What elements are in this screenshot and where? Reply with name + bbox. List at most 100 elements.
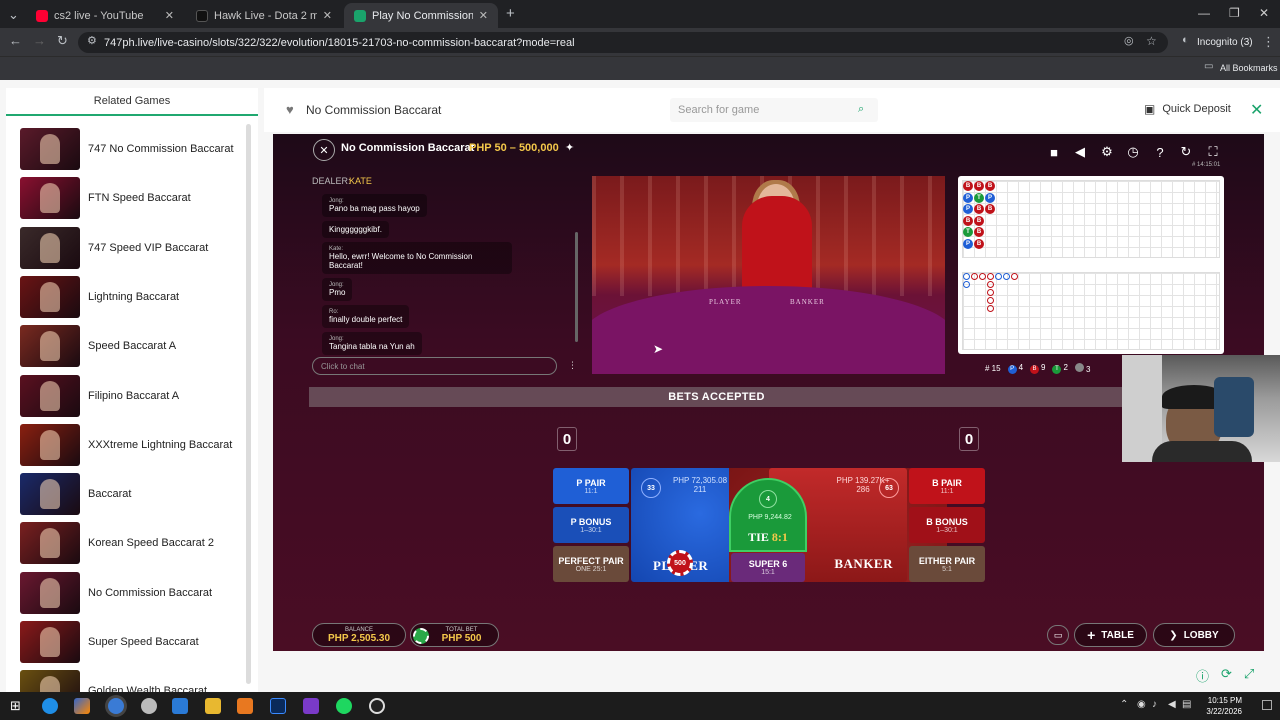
exit-game-icon[interactable]: ✕	[313, 139, 335, 161]
game-name[interactable]: XXXtreme Lightning Baccarat	[88, 439, 232, 451]
address-bar[interactable]: ⚙ 747ph.live/live-casino/slots/322/322/e…	[78, 32, 1168, 53]
related-game-item[interactable]: Super Speed Baccarat	[20, 621, 240, 663]
game-thumbnail[interactable]	[20, 226, 80, 269]
bet-limits[interactable]: PHP 50 – 500,000	[469, 142, 559, 154]
related-game-item[interactable]: 747 Speed VIP Baccarat	[20, 226, 240, 269]
close-icon[interactable]: ✕	[1250, 100, 1263, 120]
p-pair-bet[interactable]: P PAIR 11:1	[553, 468, 629, 504]
site-info-icon[interactable]: ⚙	[87, 36, 97, 47]
game-name[interactable]: Lightning Baccarat	[88, 291, 179, 303]
restore-icon[interactable]: ❐	[1229, 6, 1240, 20]
game-thumbnail[interactable]	[20, 374, 80, 417]
tab-hawklive[interactable]: Hawk Live - Dota 2 matches liv ✕	[186, 3, 342, 28]
game-thumbnail[interactable]	[20, 128, 80, 170]
live-game-frame[interactable]: ✕ No Commission Baccarat PHP 50 – 500,00…	[273, 134, 1264, 651]
game-name[interactable]: 747 No Commission Baccarat	[88, 143, 234, 155]
related-game-item[interactable]: Filipino Baccarat A	[20, 374, 240, 417]
taskbar-clock[interactable]: 10:15 PM 3/22/2026	[1196, 695, 1242, 717]
purple-app-icon[interactable]	[303, 698, 319, 714]
tray-icon[interactable]: ◉	[1137, 699, 1146, 710]
photoshop-icon[interactable]	[270, 698, 286, 714]
table-button[interactable]: + TABLE	[1074, 623, 1147, 647]
related-game-item[interactable]: Speed Baccarat A	[20, 325, 240, 368]
close-tab-icon[interactable]: ✕	[479, 9, 488, 22]
reload-icon[interactable]: ↻	[57, 34, 68, 47]
related-game-item[interactable]: No Commission Baccarat	[20, 571, 240, 614]
edge-icon[interactable]	[42, 698, 58, 714]
chat-menu-icon[interactable]: ⋮	[568, 360, 577, 371]
bookmark-star-icon[interactable]: ☆	[1146, 35, 1157, 47]
close-tab-icon[interactable]: ✕	[323, 9, 332, 22]
back-icon[interactable]: ←	[9, 34, 22, 47]
super-6-bet[interactable]: SUPER 6 15:1	[731, 553, 805, 582]
game-thumbnail[interactable]	[20, 621, 80, 663]
game-name[interactable]: No Commission Baccarat	[88, 587, 212, 599]
tab-baccarat[interactable]: Play No Commission Baccarat ✕	[344, 3, 498, 28]
game-thumbnail[interactable]	[20, 275, 80, 318]
related-game-item[interactable]: 747 No Commission Baccarat	[20, 128, 240, 170]
game-name[interactable]: Filipino Baccarat A	[88, 390, 179, 402]
settings-gear-icon[interactable]: ⚙	[1097, 142, 1117, 162]
game-name[interactable]: FTN Speed Baccarat	[88, 192, 191, 204]
game-name[interactable]: 747 Speed VIP Baccarat	[88, 242, 208, 254]
game-name[interactable]: Speed Baccarat A	[88, 340, 176, 352]
game-name[interactable]: Korean Speed Baccarat 2	[88, 537, 214, 549]
game-name[interactable]: Super Speed Baccarat	[88, 636, 199, 648]
eye-off-icon[interactable]: ◎	[1124, 36, 1134, 47]
history-icon[interactable]: ◷	[1123, 142, 1143, 162]
chat-input[interactable]: Click to chat	[312, 357, 557, 375]
tab-search-icon[interactable]: ⌄	[8, 8, 19, 21]
related-game-item[interactable]: FTN Speed Baccarat	[20, 177, 240, 220]
video-icon[interactable]: ■	[1044, 142, 1064, 162]
expand-icon[interactable]: ⤢	[1244, 666, 1254, 685]
sound-icon[interactable]: ◀	[1070, 142, 1090, 162]
spotify-icon[interactable]	[336, 698, 352, 714]
app-icon[interactable]	[141, 698, 157, 714]
related-game-item[interactable]: XXXtreme Lightning Baccarat	[20, 423, 240, 466]
lobby-button[interactable]: ❯ LOBBY	[1153, 623, 1235, 647]
windows-start-icon[interactable]: ⊞	[10, 698, 21, 714]
quick-deposit-button[interactable]: ▣ Quick Deposit	[1144, 102, 1231, 116]
info-icon[interactable]: ⓘ	[1196, 666, 1209, 685]
perfect-pair-bet[interactable]: PERFECT PAIR ONE 25:1	[553, 546, 629, 582]
heart-icon[interactable]: ♥	[286, 102, 294, 117]
profile-label[interactable]: Incognito (3)	[1197, 37, 1253, 48]
tie-bet[interactable]: 4 PHP 9,244.82 TIE 8:1	[729, 478, 807, 552]
help-icon[interactable]: ?	[1150, 142, 1170, 162]
sublime-icon[interactable]	[237, 698, 253, 714]
related-game-item[interactable]: Lightning Baccarat	[20, 275, 240, 318]
url-text[interactable]: 747ph.live/live-casino/slots/322/322/evo…	[104, 37, 575, 49]
vscode-icon[interactable]	[172, 698, 188, 714]
bet-chip[interactable]: 500	[667, 550, 693, 576]
close-window-icon[interactable]: ✕	[1259, 6, 1269, 20]
game-thumbnail[interactable]	[20, 522, 80, 565]
related-game-item[interactable]: Baccarat	[20, 473, 240, 516]
refresh-icon[interactable]: ↻	[1176, 142, 1196, 162]
network-icon[interactable]: ▤	[1182, 699, 1191, 710]
game-thumbnail[interactable]	[20, 325, 80, 368]
chat-scrollbar[interactable]	[575, 232, 578, 342]
game-thumbnail[interactable]	[20, 423, 80, 466]
fullscreen-icon[interactable]: ⛶	[1203, 142, 1223, 162]
either-pair-bet[interactable]: EITHER PAIR 5:1	[909, 546, 985, 582]
p-bonus-bet[interactable]: P BONUS 1–30:1	[553, 507, 629, 543]
copilot-icon[interactable]	[74, 698, 90, 714]
mic-icon[interactable]: ♪	[1152, 699, 1157, 710]
reload-game-icon[interactable]: ⟳	[1221, 666, 1232, 685]
game-thumbnail[interactable]	[20, 571, 80, 614]
menu-icon[interactable]: ⋮	[1262, 35, 1275, 48]
sidebar-scrollbar[interactable]	[246, 124, 251, 684]
search-input[interactable]: Search for game ⌕	[670, 98, 878, 122]
obs-icon[interactable]	[369, 698, 385, 714]
game-name[interactable]: Baccarat	[88, 488, 131, 500]
b-pair-bet[interactable]: B PAIR 11:1	[909, 468, 985, 504]
minimize-icon[interactable]: —	[1198, 6, 1210, 20]
game-thumbnail[interactable]	[20, 473, 80, 516]
search-icon[interactable]: ⌕	[858, 103, 864, 116]
all-bookmarks[interactable]: All Bookmarks	[1220, 63, 1278, 73]
forward-icon[interactable]: →	[33, 34, 46, 47]
new-tab-icon[interactable]: +	[506, 6, 515, 21]
notification-icon[interactable]	[1262, 700, 1272, 710]
close-tab-icon[interactable]: ✕	[165, 9, 174, 22]
b-bonus-bet[interactable]: B BONUS 1–30:1	[909, 507, 985, 543]
